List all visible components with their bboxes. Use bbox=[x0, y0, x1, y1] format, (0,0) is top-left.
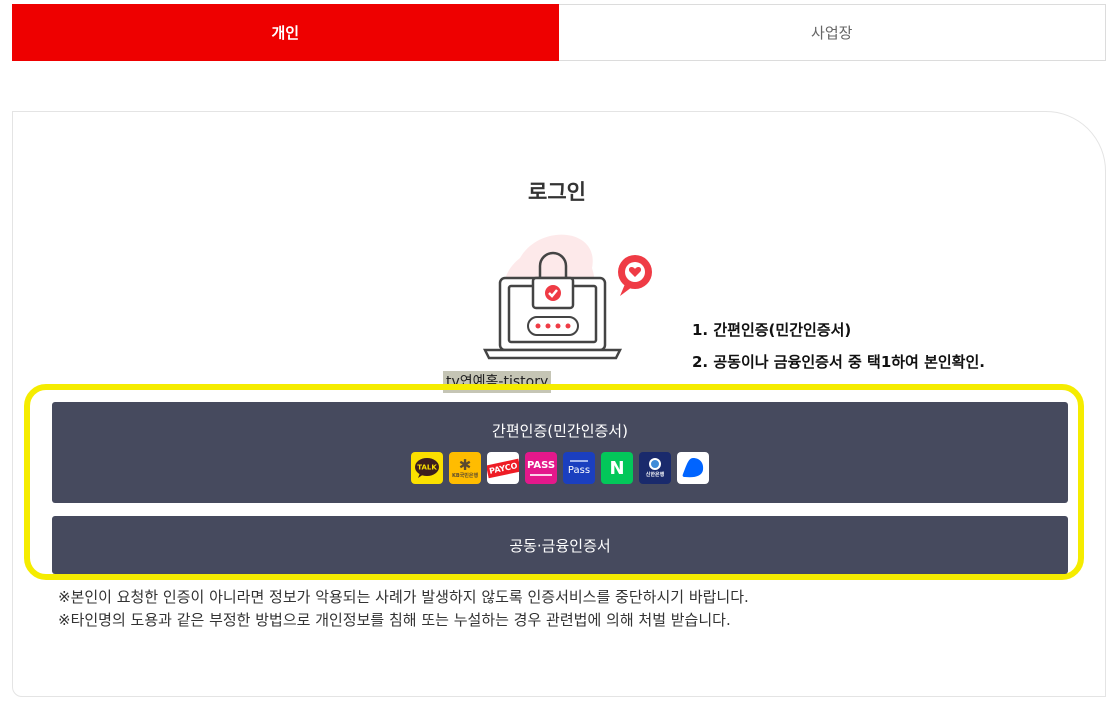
secure-laptop-illustration bbox=[482, 234, 652, 360]
step-2-text: 2. 공동이나 금융인증서 중 택1하여 본인확인. bbox=[692, 353, 985, 371]
samsung-pass-text: Pass bbox=[567, 464, 591, 476]
pass-text: PASS bbox=[526, 460, 556, 471]
shinhan-bank-icon: 신한은행 bbox=[639, 452, 671, 484]
simple-auth-label: 간편인증(민간인증서) bbox=[492, 422, 628, 440]
tab-business[interactable]: 사업장 bbox=[558, 4, 1106, 61]
simple-auth-button[interactable]: 간편인증(민간인증서) TALK ✱ KB국민은행 PAYCO PASS Pas… bbox=[52, 402, 1068, 503]
naver-text: N bbox=[609, 457, 625, 479]
pass-subline bbox=[530, 474, 552, 476]
shinhan-logo bbox=[649, 457, 661, 470]
kb-bank-text: KB국민은행 bbox=[451, 473, 479, 479]
speech-heart-icon bbox=[618, 255, 652, 296]
naver-icon: N bbox=[601, 452, 633, 484]
joint-financial-cert-button[interactable]: 공동·금융인증서 bbox=[52, 516, 1068, 574]
login-title: 로그인 bbox=[528, 180, 586, 204]
auth-provider-icons: TALK ✱ KB국민은행 PAYCO PASS Pass N 신한은행 bbox=[52, 452, 1068, 484]
samsung-wordmark bbox=[570, 459, 588, 462]
shinhan-bank-text: 신한은행 bbox=[645, 471, 665, 478]
step-1-text: 1. 간편인증(민간인증서) bbox=[692, 321, 852, 339]
notice-line-2: ※타인명의 도용과 같은 부정한 방법으로 개인정보를 침해 또는 누설하는 경… bbox=[58, 611, 731, 629]
login-type-tabs: 개인 사업장 bbox=[12, 4, 1106, 61]
notice-line-1: ※본인이 요청한 인증이 아니라면 정보가 악용되는 사례가 발생하지 않도록 … bbox=[58, 588, 749, 606]
kb-bank-icon: ✱ KB국민은행 bbox=[449, 452, 481, 484]
samsung-pass-icon: Pass bbox=[563, 452, 595, 484]
pass-icon: PASS bbox=[525, 452, 557, 484]
tab-personal[interactable]: 개인 bbox=[12, 4, 559, 61]
toss-icon bbox=[677, 452, 709, 484]
kakao-talk-icon: TALK bbox=[411, 452, 443, 484]
payco-text: PAYCO bbox=[487, 458, 519, 478]
joint-financial-cert-label: 공동·금융인증서 bbox=[509, 536, 611, 555]
notice-text: ※본인이 요청한 인증이 아니라면 정보가 악용되는 사례가 발생하지 않도록 … bbox=[58, 586, 749, 632]
payco-icon: PAYCO bbox=[487, 452, 519, 484]
instruction-steps: 1. 간편인증(민간인증서) 2. 공동이나 금융인증서 중 택1하여 본인확인… bbox=[692, 314, 985, 378]
kakao-talk-text: TALK bbox=[417, 464, 437, 472]
